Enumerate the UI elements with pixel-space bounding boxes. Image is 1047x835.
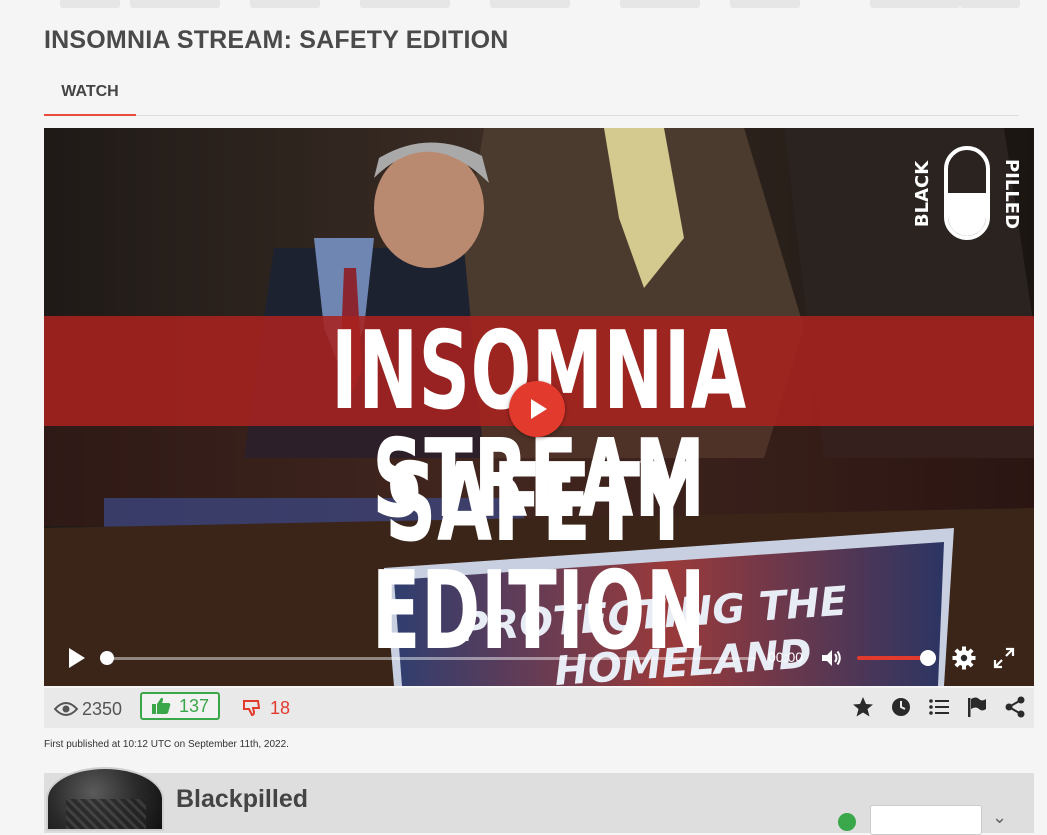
- playlist-icon[interactable]: [928, 696, 950, 718]
- chevron-down-icon[interactable]: ⌄: [992, 807, 1007, 828]
- clock-icon[interactable]: [890, 696, 912, 718]
- seek-bar[interactable]: [106, 657, 756, 660]
- fullscreen-icon[interactable]: [992, 646, 1016, 670]
- dislike-button[interactable]: 18: [242, 696, 290, 720]
- thumbs-down-icon: [243, 700, 260, 717]
- eye-icon: [54, 702, 78, 716]
- volume-icon[interactable]: [819, 646, 843, 670]
- channel-bar: Blackpilled ⌄: [44, 767, 1034, 835]
- gear-icon[interactable]: [952, 646, 976, 670]
- poster-title-line2: SAFETY EDITION: [371, 441, 707, 674]
- volume-slider[interactable]: [857, 656, 929, 660]
- channel-name[interactable]: Blackpilled: [176, 785, 308, 814]
- like-count: 137: [178, 695, 210, 716]
- dislike-count: 18: [270, 697, 291, 718]
- volume-handle[interactable]: [920, 650, 936, 666]
- channel-avatar[interactable]: [46, 767, 164, 831]
- blackpilled-logo: BLACK PILLED: [914, 146, 1020, 240]
- seek-handle[interactable]: [100, 651, 114, 665]
- share-icon[interactable]: [1004, 696, 1026, 718]
- play-icon[interactable]: [66, 646, 88, 670]
- flag-icon[interactable]: [966, 696, 988, 718]
- svg-text:PILLED: PILLED: [1001, 159, 1020, 229]
- subscribe-status-icon: [838, 813, 856, 831]
- svg-text:BLACK: BLACK: [914, 160, 933, 227]
- star-icon[interactable]: [852, 696, 874, 718]
- tab-watch[interactable]: WATCH: [44, 78, 136, 116]
- like-button[interactable]: 137: [140, 692, 220, 720]
- big-play-button[interactable]: [509, 381, 565, 437]
- view-count: 2350: [54, 698, 122, 720]
- published-date: First published at 10:12 UTC on Septembe…: [44, 739, 289, 750]
- current-time: 00:00: [768, 649, 804, 665]
- page-title: INSOMNIA STREAM: SAFETY EDITION: [44, 26, 509, 54]
- view-count-value: 2350: [82, 698, 123, 719]
- video-stats-bar: 2350 137 18: [44, 688, 1034, 728]
- video-actions: [852, 696, 1026, 720]
- tab-bar: WATCH: [44, 78, 1019, 116]
- video-player[interactable]: PROTECTING THE HOMELAND BLACK PILLED INS…: [44, 128, 1034, 686]
- thumbs-up-icon: [151, 697, 171, 714]
- player-controls: 00:00: [44, 638, 1034, 678]
- subscribe-button[interactable]: [870, 805, 982, 835]
- top-nav-strip: [0, 0, 1047, 12]
